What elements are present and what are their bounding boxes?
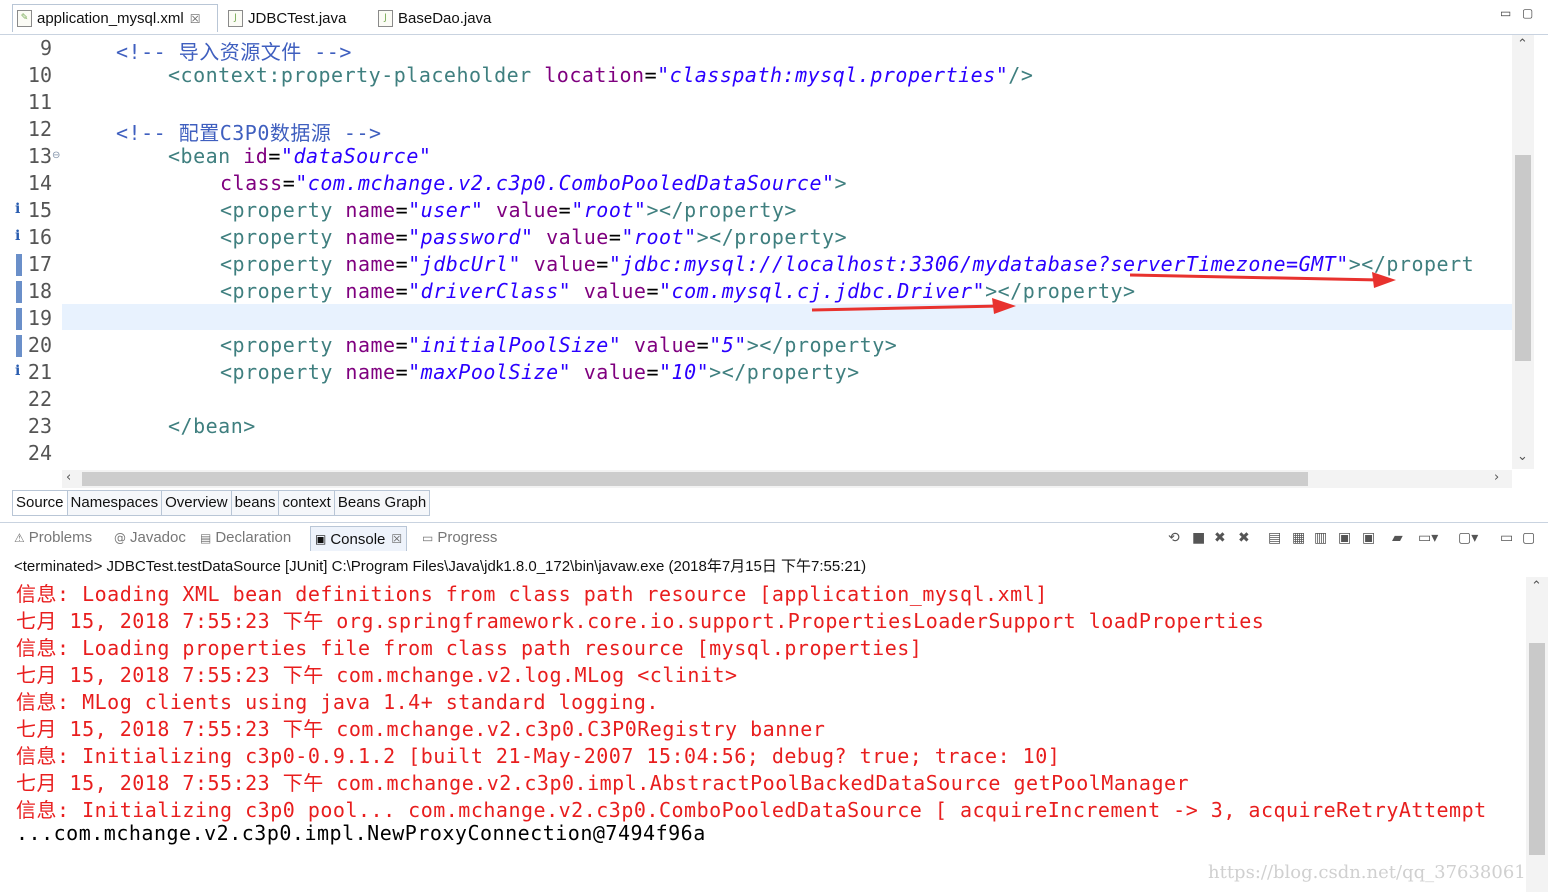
scroll-thumb[interactable] <box>1529 643 1545 855</box>
tab-javadoc[interactable]: @ Javadoc <box>114 529 186 546</box>
console-line: ...com.mchange.v2.c3p0.impl.NewProxyConn… <box>16 821 706 845</box>
console-line: 信息: Loading properties file from class p… <box>16 636 923 660</box>
scroll-lock-icon[interactable]: ▦ <box>1292 530 1305 546</box>
console-vertical-scrollbar[interactable]: ⌃ <box>1526 577 1548 892</box>
tab-label: Javadoc <box>130 529 186 546</box>
tab-overview[interactable]: Overview <box>162 490 232 516</box>
pin-console-icon[interactable]: ⟲ <box>1168 530 1180 546</box>
javadoc-icon: @ <box>114 530 126 545</box>
console-line: 七月 15, 2018 7:55:23 下午 org.springframewo… <box>16 609 1265 633</box>
console-line: 信息: MLog clients using java 1.4+ standar… <box>16 690 659 714</box>
console-line: 信息: Initializing c3p0 pool... com.mchang… <box>16 798 1487 822</box>
maximize-icon[interactable]: ▢ <box>1522 530 1535 546</box>
close-tab-icon[interactable]: ☒ <box>391 532 402 546</box>
minimize-icon[interactable]: ▭ <box>1500 530 1513 546</box>
remove-all-launches-icon[interactable]: ✖ <box>1238 530 1250 546</box>
scroll-thumb[interactable] <box>82 472 1308 486</box>
editor-horizontal-scrollbar[interactable]: ‹ › <box>62 470 1512 488</box>
tab-beans[interactable]: beans <box>231 490 280 516</box>
console-line: 信息: Initializing c3p0-0.9.1.2 [built 21-… <box>16 744 1061 768</box>
console-line: 七月 15, 2018 7:55:23 下午 com.mchange.v2.lo… <box>16 663 738 687</box>
declaration-icon: ▤ <box>200 530 212 545</box>
tab-source[interactable]: Source <box>12 490 68 516</box>
xml-editor-page-tabs: Source Namespaces Overview beans context… <box>12 490 431 516</box>
show-on-stdout-icon[interactable]: ▣ <box>1338 530 1351 546</box>
view-tab-bar: ⚠ Problems @ Javadoc ▤ Declaration ▣ Console… <box>0 522 1548 553</box>
clear-console-icon[interactable]: ▤ <box>1268 530 1281 546</box>
tab-label: Declaration <box>215 529 292 546</box>
tab-label: Console <box>330 530 386 548</box>
word-wrap-icon[interactable]: ▥ <box>1314 530 1327 546</box>
console-output[interactable]: 信息: Loading XML bean definitions from cl… <box>12 577 1548 892</box>
tab-problems[interactable]: ⚠ Problems <box>14 529 92 546</box>
console-line: 七月 15, 2018 7:55:23 下午 com.mchange.v2.c3… <box>16 717 826 741</box>
console-icon: ▣ <box>315 532 327 546</box>
scroll-right-icon[interactable]: › <box>1494 470 1499 485</box>
show-on-stderr-icon[interactable]: ▣ <box>1362 530 1375 546</box>
tab-console[interactable]: ▣ Console ☒ <box>310 526 408 551</box>
annotation-arrow-head <box>992 298 1016 314</box>
console-line: 信息: Loading XML bean definitions from cl… <box>16 582 1048 606</box>
tab-context[interactable]: context <box>279 490 335 516</box>
annotation-arrow <box>811 304 1001 312</box>
console-line: 七月 15, 2018 7:55:23 下午 com.mchange.v2.c3… <box>16 771 1190 795</box>
watermark: https://blog.csdn.net/qq_37638061 <box>1208 862 1526 883</box>
scroll-up-icon[interactable]: ⌃ <box>1531 579 1542 594</box>
display-console-icon[interactable]: ▭▾ <box>1418 530 1438 546</box>
tab-progress[interactable]: ▭ Progress <box>422 529 497 546</box>
scroll-left-icon[interactable]: ‹ <box>66 470 71 485</box>
tab-beans-graph[interactable]: Beans Graph <box>334 490 431 516</box>
console-status-line: <terminated> JDBCTest.testDataSource [JU… <box>14 558 867 575</box>
tab-label: Problems <box>28 529 93 546</box>
annotation-arrow <box>1129 273 1381 282</box>
open-console-icon[interactable]: ▢▾ <box>1458 530 1478 546</box>
remove-launch-icon[interactable]: ✖ <box>1214 530 1226 546</box>
tab-declaration[interactable]: ▤ Declaration <box>200 529 291 546</box>
tab-namespaces[interactable]: Namespaces <box>67 490 163 516</box>
progress-icon: ▭ <box>422 530 434 545</box>
terminate-icon[interactable]: ■ <box>1192 530 1205 546</box>
pin-icon[interactable]: ▰ <box>1392 530 1403 546</box>
problems-icon: ⚠ <box>14 530 25 545</box>
annotation-arrow-head <box>1372 272 1396 288</box>
tab-label: Progress <box>437 529 498 546</box>
